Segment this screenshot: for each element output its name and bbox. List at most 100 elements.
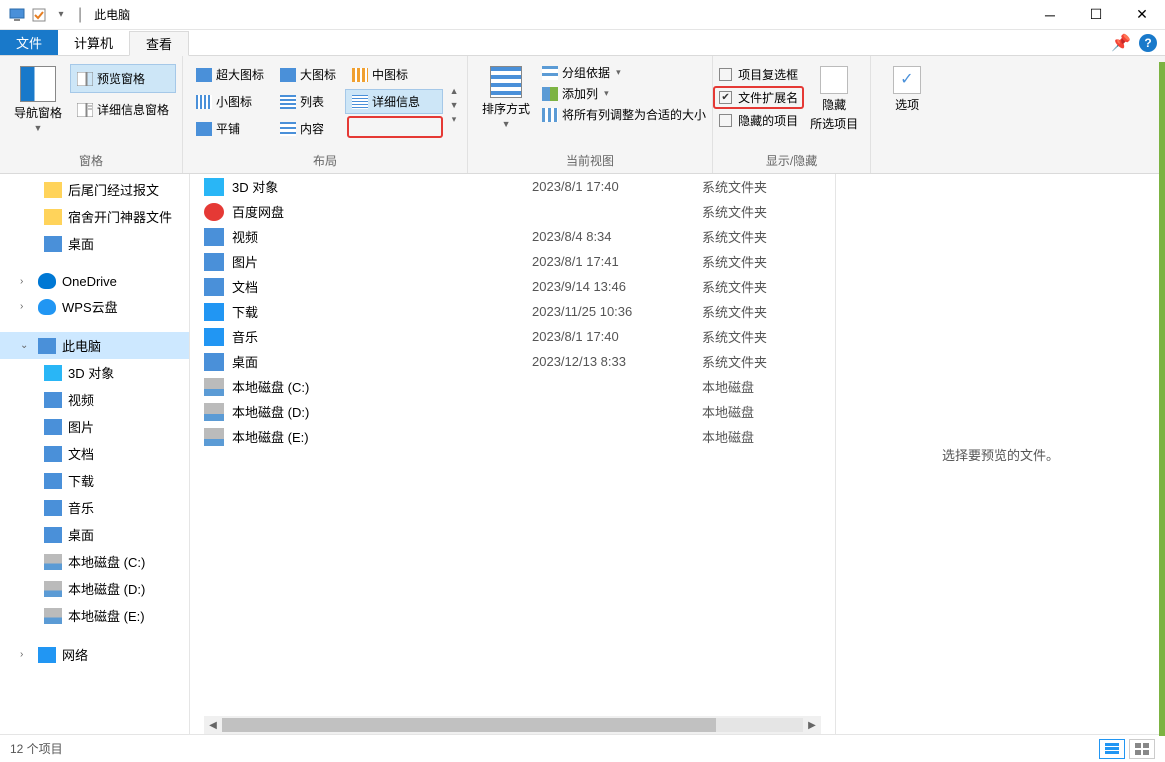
- panes-group-label: 窗格: [6, 150, 176, 173]
- file-row[interactable]: 本地磁盘 (C:)本地磁盘: [190, 374, 835, 399]
- navpane-icon: [20, 66, 56, 102]
- hide-selected-button[interactable]: 隐藏 所选项目: [804, 60, 864, 132]
- file-row[interactable]: 3D 对象2023/8/1 17:40系统文件夹: [190, 174, 835, 199]
- scroll-track[interactable]: [222, 718, 803, 732]
- sidebar-item-14[interactable]: 本地磁盘 (D:): [0, 575, 189, 602]
- help-icon[interactable]: ?: [1139, 34, 1157, 52]
- chevron-up-icon: ▲: [447, 86, 461, 96]
- navigation-pane-button[interactable]: 导航窗格 ▼: [6, 60, 70, 133]
- expander-icon: ›: [20, 649, 32, 660]
- layout-details[interactable]: 详细信息: [345, 89, 443, 114]
- sidebar-item-label: 视频: [68, 390, 94, 409]
- sort-by-button[interactable]: 排序方式 ▼: [474, 60, 538, 129]
- navigation-sidebar[interactable]: 后尾门经过报文宿舍开门神器文件桌面›OneDrive›WPS云盘⌄此电脑3D 对…: [0, 174, 190, 734]
- scroll-right-icon[interactable]: ▶: [803, 720, 821, 731]
- details-pane-icon: [77, 103, 93, 117]
- layout-gallery-scroll[interactable]: ▲ ▼ ▾: [443, 60, 461, 150]
- qat-checkbox-icon[interactable]: [30, 6, 48, 24]
- file-name: 视频: [232, 227, 532, 246]
- options-icon: [893, 66, 921, 94]
- file-list[interactable]: 3D 对象2023/8/1 17:40系统文件夹百度网盘系统文件夹视频2023/…: [190, 174, 835, 734]
- options-button[interactable]: 选项: [877, 60, 937, 113]
- file-row[interactable]: 本地磁盘 (D:)本地磁盘: [190, 399, 835, 424]
- file-row[interactable]: 桌面2023/12/13 8:33系统文件夹: [190, 349, 835, 374]
- disk-icon: [44, 554, 62, 570]
- checkbox-checked-icon: [719, 91, 732, 104]
- sidebar-item-label: 后尾门经过报文: [68, 180, 159, 199]
- sidebar-item-label: 本地磁盘 (C:): [68, 552, 145, 571]
- chevron-down-icon: ▼: [447, 100, 461, 110]
- preview-pane-button[interactable]: 预览窗格: [70, 64, 176, 93]
- horizontal-scrollbar[interactable]: ◀ ▶: [204, 716, 821, 734]
- tab-computer[interactable]: 计算机: [58, 30, 129, 55]
- sidebar-item-1[interactable]: 宿舍开门神器文件: [0, 203, 189, 230]
- group-by-button[interactable]: 分组依据▾: [542, 64, 706, 81]
- sidebar-item-12[interactable]: 桌面: [0, 521, 189, 548]
- scroll-thumb[interactable]: [222, 718, 716, 732]
- baidu-icon: [204, 203, 224, 221]
- sidebar-item-15[interactable]: 本地磁盘 (E:): [0, 602, 189, 629]
- tiles-icon: [196, 122, 212, 136]
- sidebar-item-5[interactable]: ⌄此电脑: [0, 332, 189, 359]
- layout-small-icons[interactable]: 小图标: [189, 89, 271, 114]
- sidebar-item-label: 本地磁盘 (E:): [68, 606, 145, 625]
- sidebar-item-4[interactable]: ›WPS云盘: [0, 293, 189, 320]
- sidebar-item-0[interactable]: 后尾门经过报文: [0, 176, 189, 203]
- ribbon-group-options: 选项: [871, 56, 943, 173]
- sidebar-item-2[interactable]: 桌面: [0, 230, 189, 257]
- file-type: 系统文件夹: [702, 177, 767, 196]
- details-pane-button[interactable]: 详细信息窗格: [70, 95, 176, 124]
- sidebar-item-label: OneDrive: [62, 274, 117, 289]
- file-row[interactable]: 视频2023/8/4 8:34系统文件夹: [190, 224, 835, 249]
- sidebar-item-16[interactable]: ›网络: [0, 641, 189, 668]
- file-type: 本地磁盘: [702, 377, 754, 396]
- sidebar-item-10[interactable]: 下载: [0, 467, 189, 494]
- pic-icon: [204, 253, 224, 271]
- sidebar-item-13[interactable]: 本地磁盘 (C:): [0, 548, 189, 575]
- file-row[interactable]: 本地磁盘 (E:)本地磁盘: [190, 424, 835, 449]
- desktop-icon: [44, 527, 62, 543]
- file-type: 本地磁盘: [702, 427, 754, 446]
- sidebar-item-7[interactable]: 视频: [0, 386, 189, 413]
- disk-icon: [44, 581, 62, 597]
- file-name: 下载: [232, 302, 532, 321]
- layout-content[interactable]: 内容: [273, 116, 343, 141]
- tab-file[interactable]: 文件: [0, 30, 58, 55]
- thumbnails-view-toggle[interactable]: [1129, 739, 1155, 759]
- qat-dropdown-icon[interactable]: ▾: [52, 6, 70, 24]
- details-view-toggle[interactable]: [1099, 739, 1125, 759]
- file-row[interactable]: 文档2023/9/14 13:46系统文件夹: [190, 274, 835, 299]
- hidden-items-checkbox[interactable]: 隐藏的项目: [719, 112, 798, 129]
- file-row[interactable]: 音乐2023/8/1 17:40系统文件夹: [190, 324, 835, 349]
- maximize-button[interactable]: ☐: [1073, 0, 1119, 30]
- add-columns-button[interactable]: 添加列▾: [542, 85, 706, 102]
- layout-tiles[interactable]: 平铺: [189, 116, 271, 141]
- scroll-left-icon[interactable]: ◀: [204, 720, 222, 731]
- details-pane-label: 详细信息窗格: [97, 101, 169, 118]
- sidebar-item-11[interactable]: 音乐: [0, 494, 189, 521]
- layout-large-icons[interactable]: 大图标: [273, 62, 343, 87]
- sidebar-item-8[interactable]: 图片: [0, 413, 189, 440]
- layout-medium-icons[interactable]: 中图标: [345, 62, 443, 87]
- layout-xl-icons[interactable]: 超大图标: [189, 62, 271, 87]
- file-extensions-checkbox[interactable]: 文件扩展名: [713, 86, 804, 109]
- file-type: 系统文件夹: [702, 352, 767, 371]
- sidebar-item-3[interactable]: ›OneDrive: [0, 269, 189, 293]
- layout-list[interactable]: 列表: [273, 89, 343, 114]
- file-row[interactable]: 百度网盘系统文件夹: [190, 199, 835, 224]
- minimize-button[interactable]: ─: [1027, 0, 1073, 30]
- file-row[interactable]: 下载2023/11/25 10:36系统文件夹: [190, 299, 835, 324]
- file-row[interactable]: 图片2023/8/1 17:41系统文件夹: [190, 249, 835, 274]
- size-all-columns-button[interactable]: 将所有列调整为合适的大小: [542, 106, 706, 123]
- item-checkboxes-checkbox[interactable]: 项目复选框: [719, 66, 798, 83]
- music-icon: [44, 500, 62, 516]
- minimize-ribbon-icon[interactable]: 📌: [1111, 33, 1131, 53]
- disk-icon: [204, 428, 224, 446]
- sidebar-item-9[interactable]: 文档: [0, 440, 189, 467]
- chevron-expand-icon: ▾: [447, 114, 461, 125]
- file-type: 系统文件夹: [702, 277, 767, 296]
- tab-view[interactable]: 查看: [129, 31, 189, 56]
- sidebar-item-6[interactable]: 3D 对象: [0, 359, 189, 386]
- file-type: 系统文件夹: [702, 202, 767, 221]
- close-button[interactable]: ✕: [1119, 0, 1165, 30]
